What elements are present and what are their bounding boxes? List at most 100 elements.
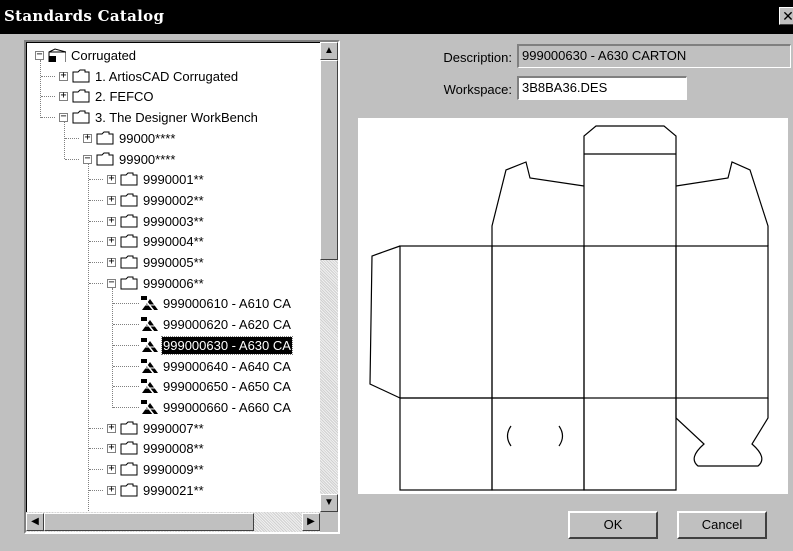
tree-folder-item[interactable]: +9990002** — [26, 191, 320, 210]
standards-catalog-dialog: Standards Catalog ✕ − Corrugated +1. Artio… — [0, 0, 793, 551]
tree-folder-item[interactable]: +9990001** — [26, 170, 320, 189]
tree-connector-line — [89, 469, 103, 470]
tree-design-item[interactable]: 999000610 - A610 CA — [26, 294, 320, 313]
tree-connector-line — [89, 282, 103, 284]
collapse-toggle[interactable]: − — [35, 49, 44, 60]
tree-design-item[interactable]: 999000640 - A640 CA — [26, 357, 320, 376]
close-button[interactable]: ✕ — [779, 7, 793, 25]
tree-connector-line — [113, 365, 139, 367]
tree-folder-item[interactable]: +9990005** — [26, 253, 320, 272]
tree-item-label: 999000660 - A660 CA — [163, 399, 291, 415]
tree-folder-item[interactable]: − Corrugated — [26, 46, 320, 65]
lock-slot-right — [558, 425, 564, 447]
workspace-field[interactable]: 3B8BA36.DES — [517, 76, 687, 100]
tree-item-label: 999000620 - A620 CA — [163, 317, 291, 333]
folder-icon — [120, 214, 138, 228]
tree-connector-line — [41, 117, 55, 119]
bottom-flap-2 — [491, 397, 585, 491]
tree-folder-item[interactable]: +9990008** — [26, 439, 320, 458]
collapse-toggle[interactable]: − — [59, 111, 68, 123]
scroll-down-button[interactable]: ▼ — [320, 494, 338, 512]
design-file-icon — [141, 296, 158, 312]
tree-connector-line — [89, 199, 103, 201]
expand-toggle[interactable]: + — [59, 69, 68, 81]
scroll-right-button[interactable]: ▶ — [302, 513, 320, 531]
plus-icon: + — [108, 442, 115, 454]
folder-icon — [96, 131, 114, 145]
bottom-flap-1 — [399, 397, 493, 491]
expand-toggle[interactable]: + — [107, 484, 116, 495]
collapse-toggle[interactable]: − — [107, 277, 116, 288]
expand-toggle[interactable]: + — [107, 256, 116, 267]
design-file-icon — [141, 379, 158, 395]
expand-toggle[interactable]: + — [107, 173, 116, 185]
folder-icon — [72, 89, 90, 103]
minus-icon: − — [60, 111, 67, 123]
tree-folder-item[interactable]: − 3. The Designer WorkBench — [26, 108, 320, 127]
vertical-scrollbar[interactable]: ▲ ▼ — [320, 42, 338, 512]
tree-connector-line — [89, 448, 103, 450]
horizontal-scrollbar[interactable]: ◀ ▶ — [26, 512, 320, 532]
tree-folder-item[interactable]: +9990003** — [26, 212, 320, 231]
plus-icon: + — [108, 214, 115, 226]
tree-folder-item[interactable]: − 99900**** — [26, 150, 320, 169]
expand-toggle[interactable]: + — [107, 235, 116, 247]
tree-connector-line — [113, 386, 139, 388]
tree-design-item[interactable]: 999000620 - A620 CA — [26, 315, 320, 334]
horizontal-scroll-thumb[interactable] — [44, 513, 254, 531]
tree-design-item[interactable]: 999000630 - A630 CA — [26, 335, 320, 355]
tree-item-label: 1. ArtiosCAD Corrugated — [95, 68, 239, 84]
tree-folder-item[interactable]: +99000**** — [26, 129, 320, 148]
scroll-left-button[interactable]: ◀ — [26, 513, 44, 531]
panel-3 — [583, 245, 677, 399]
tree-design-item[interactable]: 999000660 - A660 CA — [26, 398, 320, 417]
folder-icon — [120, 193, 138, 207]
tree-connector-line — [89, 489, 103, 491]
tree-item-label: 9990001** — [143, 172, 204, 188]
folder-icon — [120, 421, 138, 435]
top-dust-flap-left — [491, 161, 585, 246]
expand-toggle[interactable]: + — [107, 214, 116, 226]
scrollbar-corner — [320, 512, 338, 532]
folder-icon — [72, 69, 90, 83]
folder-icon — [120, 255, 138, 269]
minus-icon: − — [36, 49, 43, 60]
plus-icon: + — [60, 69, 67, 81]
ok-button[interactable]: OK — [568, 511, 658, 539]
tree-folder-item[interactable]: +9990004** — [26, 232, 320, 251]
plus-icon: + — [108, 256, 115, 267]
tree-folder-item[interactable]: +2. FEFCO — [26, 87, 320, 106]
folder-icon — [120, 462, 138, 476]
dialog-title: Standards Catalog — [4, 7, 165, 25]
plus-icon: + — [84, 131, 91, 143]
bottom-lock-tab — [675, 398, 769, 467]
vertical-scroll-thumb[interactable] — [320, 60, 338, 260]
tree-folder-item[interactable]: +9990021** — [26, 481, 320, 500]
expand-toggle[interactable]: + — [107, 442, 116, 454]
catalog-tree[interactable]: − Corrugated +1. ArtiosCAD Corrugated +2. F… — [24, 40, 340, 534]
tree-item-label: 2. FEFCO — [95, 89, 154, 105]
cancel-button[interactable]: Cancel — [677, 511, 767, 539]
folder-icon — [72, 110, 90, 124]
plus-icon: + — [108, 463, 115, 474]
tree-connector-line — [113, 303, 139, 305]
tree-item-label: 9990003** — [143, 213, 204, 229]
expand-toggle[interactable]: + — [59, 90, 68, 102]
corrugated-catalog-icon — [48, 48, 66, 62]
collapse-toggle[interactable]: − — [83, 153, 92, 164]
tree-design-item[interactable]: 999000650 - A650 CA — [26, 377, 320, 396]
expand-toggle[interactable]: + — [83, 131, 92, 143]
expand-toggle[interactable]: + — [107, 422, 116, 433]
tree-folder-item[interactable]: +9990007** — [26, 419, 320, 438]
expand-toggle[interactable]: + — [107, 194, 116, 205]
tree-item-label: 9990007** — [143, 420, 204, 436]
tree-connector-line — [41, 96, 55, 98]
folder-icon — [120, 483, 138, 497]
tree-item-label: 3. The Designer WorkBench — [95, 110, 258, 126]
tree-folder-item[interactable]: +9990009** — [26, 460, 320, 479]
tree-item-label: 999000650 - A650 CA — [163, 379, 291, 395]
expand-toggle[interactable]: + — [107, 463, 116, 474]
tree-folder-item[interactable]: − 9990006** — [26, 274, 320, 293]
scroll-up-button[interactable]: ▲ — [320, 42, 338, 60]
tree-folder-item[interactable]: +1. ArtiosCAD Corrugated — [26, 67, 320, 86]
